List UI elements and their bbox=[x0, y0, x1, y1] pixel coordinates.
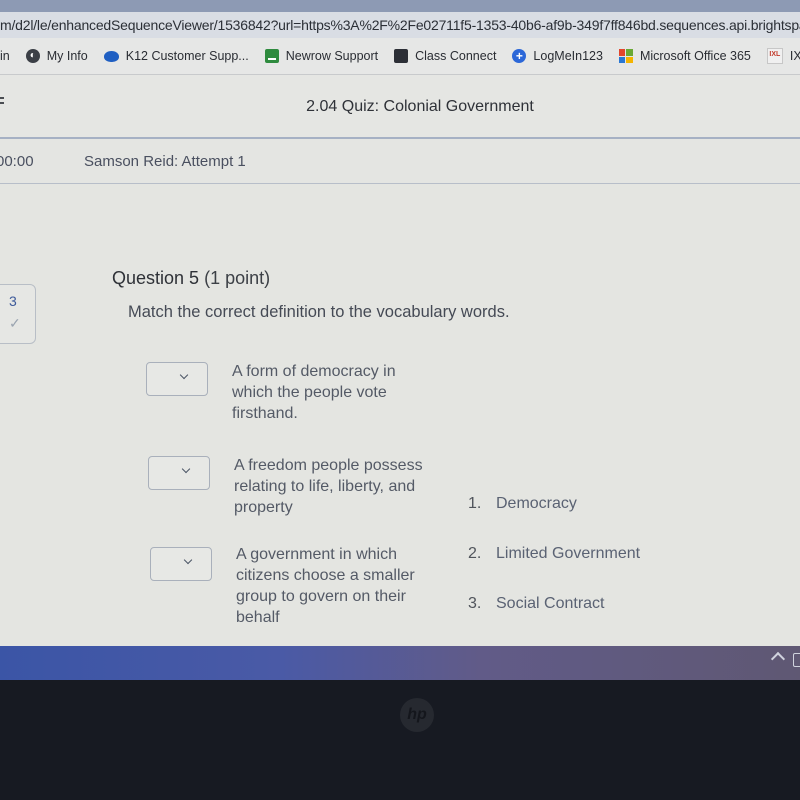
choice-item: 2. Limited Government bbox=[468, 545, 640, 563]
bookmark-ixl[interactable]: IXL IXL - Digital Ac bbox=[766, 48, 800, 64]
question-points: (1 point) bbox=[204, 268, 271, 288]
choice-number: 3. bbox=[468, 595, 482, 612]
quiz-header: 2.04 Quiz: Colonial Government bbox=[0, 75, 800, 139]
bookmark-label: Microsoft Office 365 bbox=[639, 49, 751, 63]
chevron-down-icon bbox=[181, 464, 191, 474]
choice-number: 2. bbox=[468, 545, 482, 562]
bookmarks-bar: in ◐ My Info K12 Customer Supp... Newrow… bbox=[0, 38, 800, 75]
bookmark-logmein[interactable]: + LogMeIn123 bbox=[512, 49, 603, 63]
chevron-up-icon[interactable] bbox=[770, 651, 786, 667]
question-nav-number: 3 bbox=[9, 293, 17, 309]
bookmark-k12-support[interactable]: K12 Customer Supp... bbox=[103, 49, 249, 63]
bookmark-label: K12 Customer Supp... bbox=[125, 49, 249, 63]
bookmark-my-info[interactable]: ◐ My Info bbox=[25, 49, 88, 63]
url-text: m/d2l/le/enhancedSequenceViewer/1536842?… bbox=[0, 17, 800, 33]
question-title: Question 5 (1 point) bbox=[112, 268, 270, 289]
choice-item: 3. Social Contract bbox=[468, 595, 605, 613]
chevron-down-icon bbox=[183, 555, 193, 565]
ixl-icon: IXL bbox=[766, 48, 783, 64]
choice-item: 1. Democracy bbox=[468, 495, 577, 513]
definition-1: A form of democracy in which the people … bbox=[232, 363, 396, 422]
logmein-icon: + bbox=[512, 49, 527, 63]
question-number: Question 5 bbox=[112, 268, 200, 288]
browser-screen: m/d2l/le/enhancedSequenceViewer/1536842?… bbox=[0, 0, 800, 678]
definition-3: A government in which citizens choose a … bbox=[236, 546, 415, 626]
bookmark-label: Class Connect bbox=[415, 49, 497, 63]
choice-label: Social Contract bbox=[496, 595, 605, 612]
match-select-1[interactable] bbox=[146, 362, 208, 396]
definition-2: A freedom people possess relating to lif… bbox=[234, 457, 423, 516]
attempt-label: Samson Reid: Attempt 1 bbox=[84, 153, 246, 170]
choice-label: Democracy bbox=[496, 495, 577, 512]
bookmark-label: My Info bbox=[46, 49, 88, 63]
notification-icon[interactable] bbox=[793, 653, 800, 667]
question-nav-item-3[interactable]: 3 ✓ bbox=[0, 284, 36, 344]
tab-strip bbox=[0, 0, 800, 12]
attempt-bar: 00:00 Samson Reid: Attempt 1 bbox=[0, 139, 800, 184]
chevron-down-icon bbox=[179, 370, 189, 380]
bookmark-partial[interactable]: in bbox=[0, 49, 10, 63]
bookmark-class-connect[interactable]: Class Connect bbox=[394, 49, 496, 63]
match-select-3[interactable] bbox=[150, 547, 212, 581]
bookmark-microsoft-365[interactable]: Microsoft Office 365 bbox=[618, 49, 751, 63]
bookmark-label: Newrow Support bbox=[285, 49, 379, 63]
bookmark-label: LogMeIn123 bbox=[533, 49, 603, 63]
bookmark-label: IXL - Digital Ac bbox=[789, 49, 800, 63]
timer: 00:00 bbox=[0, 153, 34, 170]
taskbar bbox=[0, 646, 800, 680]
laptop-bezel bbox=[0, 680, 800, 800]
question-prompt: Match the correct definition to the voca… bbox=[128, 303, 510, 321]
hp-logo-icon: hp bbox=[400, 698, 434, 732]
choice-number: 1. bbox=[468, 495, 482, 512]
quiz-title: 2.04 Quiz: Colonial Government bbox=[306, 98, 534, 115]
checkmark-icon: ✓ bbox=[9, 315, 21, 331]
cloud-icon bbox=[103, 50, 119, 62]
microsoft-icon bbox=[618, 49, 633, 63]
class-connect-icon bbox=[394, 49, 409, 63]
address-bar[interactable]: m/d2l/le/enhancedSequenceViewer/1536842?… bbox=[0, 12, 800, 38]
bookmark-label: in bbox=[0, 49, 10, 63]
choice-label: Limited Government bbox=[496, 545, 641, 562]
match-select-2[interactable] bbox=[148, 456, 210, 490]
newrow-icon bbox=[264, 49, 279, 63]
globe-icon: ◐ bbox=[25, 49, 40, 63]
bookmark-newrow-support[interactable]: Newrow Support bbox=[264, 49, 379, 63]
